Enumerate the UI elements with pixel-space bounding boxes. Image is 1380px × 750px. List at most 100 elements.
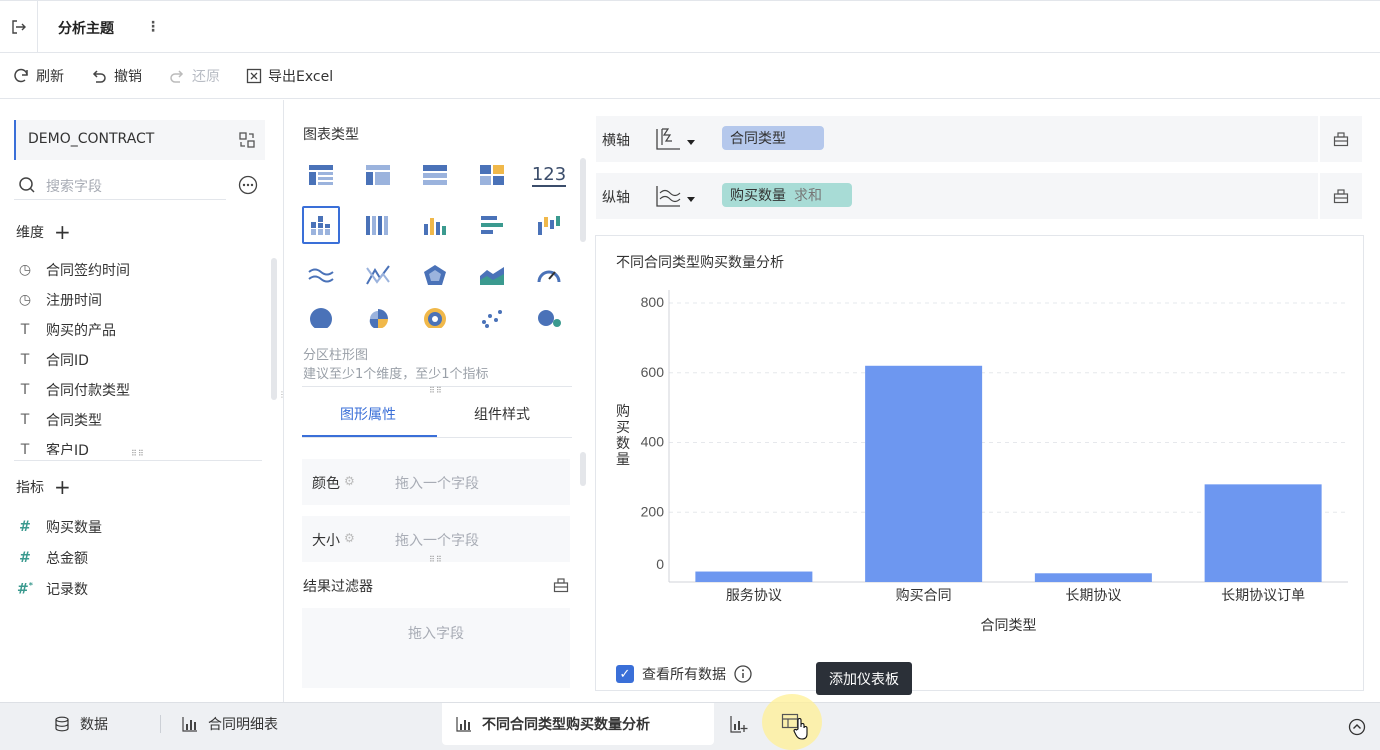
view-all-checkbox[interactable]: ✓: [616, 665, 634, 683]
database-icon: [54, 716, 70, 732]
dimension-label: 合同类型: [46, 413, 102, 429]
bar[interactable]: [1034, 573, 1152, 582]
panel-resize-handle-icon[interactable]: ⋮: [278, 391, 286, 399]
line-chart-icon[interactable]: [302, 256, 340, 294]
bar-chart[interactable]: 0 200 400 600 800 服务协议 购买合同 长期协议 长期协议订单合同类型 购买数量: [596, 236, 1363, 656]
property-scrollbar[interactable]: [580, 452, 586, 486]
chart-type-title: 图表类型: [303, 127, 359, 143]
area-chart-icon[interactable]: [473, 256, 511, 294]
text-icon: T: [20, 382, 30, 398]
switch-table-icon[interactable]: [237, 130, 257, 150]
cross-table-icon[interactable]: [359, 156, 397, 194]
scatter-icon[interactable]: [473, 306, 511, 332]
y-axis-type-icon[interactable]: [654, 182, 700, 210]
radar-chart-icon[interactable]: [416, 256, 454, 294]
gear-icon[interactable]: ⚙: [344, 531, 355, 545]
divider: [14, 460, 262, 461]
x-axis-type-icon[interactable]: [654, 125, 700, 153]
measure-item[interactable]: # 总金额: [16, 548, 88, 568]
field-search[interactable]: 搜索字段: [14, 172, 226, 200]
add-dimension-icon[interactable]: +: [54, 222, 71, 242]
pie-chart-icon[interactable]: [302, 306, 340, 332]
dimension-list: ◷ 合同签约时间 ◷ 注册时间 T 购买的产品 T 合同ID T 合同付款类型 T 合同类型…: [0, 250, 270, 455]
color-drop-zone[interactable]: 颜色 ⚙ 拖入一个字段: [302, 459, 570, 505]
x-axis-settings-icon[interactable]: [1318, 116, 1362, 162]
tab-contract-detail[interactable]: 合同明细表: [182, 703, 278, 745]
dimension-label: 客户ID: [46, 443, 89, 455]
redo-button[interactable]: 还原: [168, 66, 220, 86]
tab-component-style[interactable]: 组件样式: [474, 404, 530, 424]
dimension-item[interactable]: T 合同ID: [16, 350, 89, 370]
tab-graph-properties[interactable]: 图形属性: [340, 404, 396, 424]
export-excel-button[interactable]: 导出Excel: [246, 66, 333, 86]
exit-icon[interactable]: [0, 1, 38, 53]
filter-settings-icon[interactable]: [553, 577, 569, 593]
redo-label: 还原: [192, 69, 220, 85]
refresh-button[interactable]: 刷新: [12, 66, 64, 86]
field-panel: DEMO_CONTRACT 搜索字段 维度 + ◷ 合同签约时间 ◷ 注册时间 T购…: [0, 100, 286, 702]
info-icon[interactable]: [734, 665, 752, 683]
bar[interactable]: [1204, 484, 1322, 582]
view-all-data[interactable]: ✓ 查看所有数据: [616, 664, 752, 684]
tab-active-analysis[interactable]: 不同合同类型购买数量分析: [442, 703, 714, 745]
dimension-scrollbar[interactable]: [271, 258, 277, 400]
collapse-up-icon[interactable]: [1348, 718, 1366, 736]
search-icon: [18, 176, 36, 194]
measure-item[interactable]: #* 记录数: [16, 579, 88, 599]
x-field-pill[interactable]: 合同类型: [722, 126, 824, 150]
gauge-icon[interactable]: [530, 256, 568, 294]
bottom-tab-bar: 数据 合同明细表 不同合同类型购买数量分析: [0, 702, 1380, 750]
more-vertical-icon[interactable]: ⋮: [146, 15, 160, 39]
grouped-bar-icon[interactable]: [302, 206, 340, 244]
kpi-card-icon[interactable]: [473, 156, 511, 194]
stacked-bar-icon[interactable]: [359, 206, 397, 244]
y-field-pill[interactable]: 购买数量 求和: [722, 183, 852, 207]
waterfall-icon[interactable]: [530, 206, 568, 244]
active-tab-indicator: [302, 435, 437, 437]
x-axis-drop-zone[interactable]: 合同类型: [714, 116, 1314, 162]
refresh-label: 刷新: [36, 69, 64, 85]
dimension-item[interactable]: T 合同付款类型: [16, 380, 130, 400]
chart-type-scrollbar[interactable]: [580, 158, 586, 242]
table-selector[interactable]: DEMO_CONTRACT: [14, 120, 265, 160]
bar[interactable]: [695, 571, 813, 582]
more-options-icon[interactable]: [238, 175, 258, 195]
toolbar: 刷新 撤销 还原 导出Excel: [0, 53, 1380, 99]
add-component-icon[interactable]: [730, 715, 748, 733]
x-axis-title: 合同类型: [981, 617, 1037, 633]
resize-handle-icon[interactable]: ⠿⠿: [429, 387, 443, 395]
measure-item[interactable]: # 购买数量: [16, 517, 102, 537]
bubble-icon[interactable]: [530, 306, 568, 332]
column-chart-icon[interactable]: [416, 206, 454, 244]
dimension-item[interactable]: ◷ 合同签约时间: [16, 260, 130, 280]
dimension-item[interactable]: T 合同类型: [16, 410, 102, 430]
table-name: DEMO_CONTRACT: [28, 131, 155, 147]
rose-chart-icon[interactable]: [359, 306, 397, 332]
dimension-item[interactable]: ◷ 注册时间: [16, 290, 102, 310]
sunburst-icon[interactable]: [416, 306, 454, 332]
number-icon[interactable]: 123: [530, 156, 568, 194]
text-icon: T: [20, 412, 30, 428]
measures-header: 指标 +: [16, 477, 71, 497]
dimension-item[interactable]: T 购买的产品: [16, 320, 116, 340]
undo-label: 撤销: [114, 69, 142, 85]
add-measure-icon[interactable]: +: [54, 477, 71, 497]
filter-drop-zone[interactable]: 拖入字段: [302, 608, 570, 688]
table-chart-icon[interactable]: [302, 156, 340, 194]
x-axis-label: 横轴: [602, 133, 630, 149]
text-icon: T: [20, 352, 30, 368]
y-axis-settings-icon[interactable]: [1318, 173, 1362, 219]
cursor-hand-icon: [793, 717, 811, 741]
resize-handle-icon[interactable]: ⠿⠿: [131, 450, 145, 458]
y-axis-drop-zone[interactable]: 购买数量 求和: [714, 173, 1314, 219]
horizontal-bar-icon[interactable]: [473, 206, 511, 244]
dimension-item[interactable]: T 客户ID: [16, 440, 89, 455]
tab-data[interactable]: 数据: [54, 703, 108, 745]
detail-table-icon[interactable]: [416, 156, 454, 194]
text-icon: T: [20, 442, 30, 455]
undo-button[interactable]: 撤销: [90, 66, 142, 86]
resize-handle-icon[interactable]: ⠿⠿: [429, 556, 443, 564]
radar-line-icon[interactable]: [359, 256, 397, 294]
bar[interactable]: [865, 365, 983, 582]
gear-icon[interactable]: ⚙: [344, 474, 355, 488]
